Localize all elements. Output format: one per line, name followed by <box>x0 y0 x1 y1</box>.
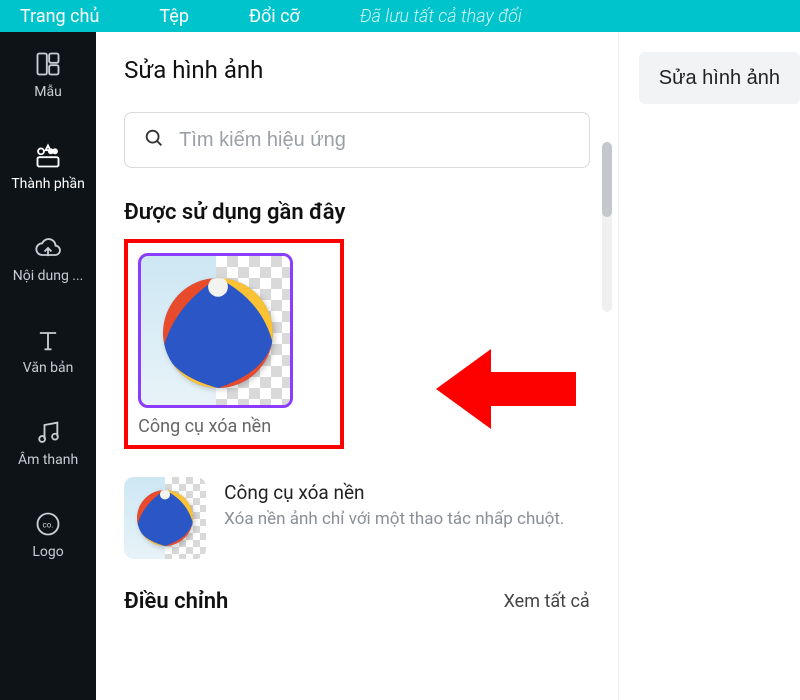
bg-remover-row[interactable]: Công cụ xóa nền Xóa nền ảnh chỉ với một … <box>124 477 590 559</box>
see-all-link[interactable]: Xem tất cả <box>504 591 590 612</box>
highlight-annotation: Công cụ xóa nền <box>124 239 344 449</box>
cloud-upload-icon <box>34 234 62 262</box>
search-box[interactable] <box>124 112 590 168</box>
bg-remover-thumb[interactable] <box>138 253 293 408</box>
bg-remover-label: Công cụ xóa nền <box>138 416 326 437</box>
row-description: Xóa nền ảnh chỉ với một thao tác nhấp ch… <box>224 508 564 531</box>
rail-uploads[interactable]: Nội dung ... <box>0 234 96 284</box>
toolbar-saved-status: Đã lưu tất cả thay đổi <box>360 6 522 27</box>
rail-templates[interactable]: Mẫu <box>0 50 96 100</box>
elements-icon <box>34 142 62 170</box>
logo-icon: co. <box>34 510 62 538</box>
beach-ball-icon <box>137 490 193 546</box>
adjust-section-title: Điều chỉnh <box>124 589 228 614</box>
row-title: Công cụ xóa nền <box>224 481 564 504</box>
top-toolbar: Trang chủ Tệp Đổi cỡ Đã lưu tất cả thay … <box>0 0 800 32</box>
bg-remover-row-thumb <box>124 477 206 559</box>
toolbar-file[interactable]: Tệp <box>159 6 189 27</box>
rail-text[interactable]: Văn bản <box>0 326 96 376</box>
rail-elements[interactable]: Thành phần <box>0 142 96 192</box>
object-rail: Mẫu Thành phần Nội dung ... Văn bản Âm t… <box>0 32 96 700</box>
rail-logo[interactable]: co. Logo <box>0 510 96 560</box>
search-input[interactable] <box>179 129 571 152</box>
edit-image-button[interactable]: Sửa hình ảnh <box>639 52 800 104</box>
text-icon <box>34 326 62 354</box>
svg-text:co.: co. <box>43 520 54 530</box>
audio-icon <box>34 418 62 446</box>
panel-title: Sửa hình ảnh <box>124 56 590 84</box>
toolbar-home[interactable]: Trang chủ <box>20 6 99 27</box>
scrollbar-thumb[interactable] <box>602 142 612 217</box>
canvas-toolbar-area: Sửa hình ảnh <box>618 32 800 700</box>
search-icon <box>143 127 165 153</box>
arrow-annotation <box>436 344 576 438</box>
templates-icon <box>34 50 62 78</box>
beach-ball-icon <box>163 278 273 388</box>
toolbar-resize[interactable]: Đổi cỡ <box>249 6 300 27</box>
rail-audio[interactable]: Âm thanh <box>0 418 96 468</box>
recent-section-title: Được sử dụng gần đây <box>124 200 590 225</box>
effects-panel: Sửa hình ảnh Được sử dụng gần đây <box>96 32 618 700</box>
